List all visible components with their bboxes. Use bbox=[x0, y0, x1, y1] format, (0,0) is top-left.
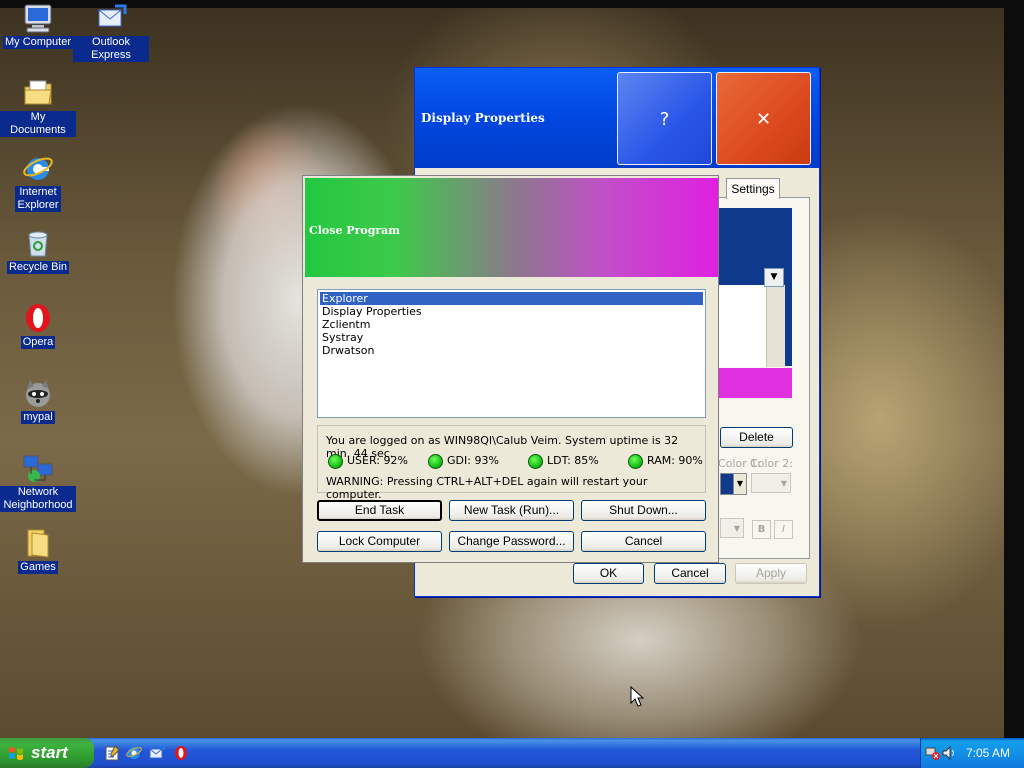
folder-documents-icon bbox=[22, 77, 54, 109]
font-size-select: ▼ bbox=[720, 518, 744, 538]
notepad-icon[interactable] bbox=[104, 745, 120, 761]
desktop-icon-outlook-express[interactable]: Outlook Express bbox=[73, 2, 149, 62]
desktop-icon-label: My Documents bbox=[0, 111, 76, 137]
preview-titlebar-swatch bbox=[718, 368, 792, 398]
opera-icon[interactable] bbox=[173, 745, 189, 761]
cancel-button[interactable]: Cancel bbox=[654, 563, 726, 584]
desktop-icon-recycle-bin[interactable]: Recycle Bin bbox=[0, 227, 76, 274]
desktop-icon-opera[interactable]: Opera bbox=[0, 302, 76, 349]
help-button[interactable]: ? bbox=[617, 72, 712, 165]
recycle-bin-icon bbox=[22, 227, 54, 259]
color2-picker: ▼ bbox=[751, 473, 791, 493]
desktop-icon-my-computer[interactable]: My Computer bbox=[0, 2, 76, 49]
desktop-icon-label: Network Neighborhood bbox=[0, 486, 76, 512]
screen-border-top bbox=[0, 0, 1024, 8]
desktop-icon-label: Games bbox=[18, 561, 58, 574]
start-button[interactable]: start bbox=[0, 738, 94, 768]
desktop-icon-mypal[interactable]: mypal bbox=[0, 377, 76, 424]
close-icon: ✕ bbox=[755, 109, 772, 130]
end-task-button[interactable]: End Task bbox=[317, 500, 442, 521]
meter-label: LDT: 85% bbox=[547, 454, 599, 467]
close-button[interactable]: ✕ bbox=[716, 72, 811, 165]
status-led-icon bbox=[528, 453, 543, 469]
desktop-icon-label: My Computer bbox=[2, 36, 74, 49]
ok-button[interactable]: OK bbox=[573, 563, 644, 584]
tab-settings[interactable]: Settings bbox=[726, 178, 780, 199]
preview-window bbox=[718, 285, 766, 367]
display-properties-titlebar[interactable]: Display Properties ? ✕ bbox=[415, 68, 819, 168]
raccoon-icon bbox=[22, 377, 54, 409]
network-icon bbox=[22, 452, 54, 484]
change-password-button[interactable]: Change Password... bbox=[449, 531, 574, 552]
desktop-icon-label: Recycle Bin bbox=[6, 261, 70, 274]
outlook-express-icon[interactable] bbox=[149, 745, 165, 761]
task-item-systray[interactable]: Systray bbox=[320, 331, 703, 344]
system-status-panel: You are logged on as WIN98QI\Calub Veim.… bbox=[317, 425, 706, 501]
shut-down-button[interactable]: Shut Down... bbox=[581, 500, 706, 521]
opera-icon bbox=[22, 302, 54, 334]
color2-label: Color 2: bbox=[750, 457, 793, 470]
internet-explorer-icon bbox=[22, 152, 54, 184]
chevron-down-icon[interactable]: ▼ bbox=[733, 473, 747, 495]
chevron-down-icon[interactable]: ▼ bbox=[764, 268, 784, 287]
task-item-explorer[interactable]: Explorer bbox=[320, 292, 703, 305]
screen-border-right bbox=[1004, 0, 1024, 740]
desktop-icon-my-documents[interactable]: My Documents bbox=[0, 77, 76, 137]
gdi-resource-meter: GDI: 93% bbox=[428, 453, 499, 469]
desktop-icon-network-neighborhood[interactable]: Network Neighborhood bbox=[0, 452, 76, 512]
desktop-icon-label: Outlook Express bbox=[73, 36, 149, 62]
dialog-title: Close Program bbox=[309, 224, 400, 237]
help-icon: ? bbox=[659, 109, 670, 130]
system-tray: 7:05 AM bbox=[920, 738, 1024, 768]
start-label: start bbox=[31, 743, 68, 762]
status-led-icon bbox=[628, 453, 643, 469]
volume-icon[interactable] bbox=[941, 745, 957, 761]
user-resource-meter: USER: 92% bbox=[328, 453, 408, 469]
meter-label: GDI: 93% bbox=[447, 454, 499, 467]
delete-button[interactable]: Delete bbox=[720, 427, 793, 448]
desktop-icon-label: mypal bbox=[21, 411, 55, 424]
outlook-express-icon bbox=[95, 2, 127, 34]
task-item-display-properties[interactable]: Display Properties bbox=[320, 305, 703, 318]
meter-label: USER: 92% bbox=[347, 454, 408, 467]
ram-resource-meter: RAM: 90% bbox=[628, 453, 703, 469]
computer-icon bbox=[22, 2, 54, 34]
italic-button: I bbox=[774, 520, 793, 539]
status-led-icon bbox=[328, 453, 343, 469]
bold-button: B bbox=[752, 520, 771, 539]
cancel-button[interactable]: Cancel bbox=[581, 531, 706, 552]
desktop-icon-internet-explorer[interactable]: Internet Explorer bbox=[0, 152, 76, 212]
status-led-icon bbox=[428, 453, 443, 469]
windows-logo-icon bbox=[9, 747, 23, 760]
network-status-icon[interactable] bbox=[925, 745, 941, 761]
mouse-cursor-icon bbox=[630, 686, 644, 707]
window-title: Display Properties bbox=[421, 111, 545, 125]
task-item-zclientm[interactable]: Zclientm bbox=[320, 318, 703, 331]
ldt-resource-meter: LDT: 85% bbox=[528, 453, 599, 469]
close-program-dialog: Close Program Explorer Display Propertie… bbox=[302, 175, 719, 563]
new-task-button[interactable]: New Task (Run)... bbox=[449, 500, 574, 521]
desktop-icon-games[interactable]: Games bbox=[0, 527, 76, 574]
lock-computer-button[interactable]: Lock Computer bbox=[317, 531, 442, 552]
task-item-drwatson[interactable]: Drwatson bbox=[320, 344, 703, 357]
meter-label: RAM: 90% bbox=[647, 454, 703, 467]
close-program-titlebar[interactable]: Close Program bbox=[305, 178, 718, 277]
preview-scrollbar bbox=[766, 285, 785, 367]
folder-icon bbox=[22, 527, 54, 559]
restart-warning-text: WARNING: Pressing CTRL+ALT+DEL again wil… bbox=[326, 475, 648, 501]
desktop-icon-label: Opera bbox=[20, 336, 56, 349]
apply-button: Apply bbox=[735, 563, 807, 584]
desktop-icon-label: Internet Explorer bbox=[15, 186, 61, 212]
clock[interactable]: 7:05 AM bbox=[966, 738, 1010, 768]
internet-explorer-icon[interactable] bbox=[126, 745, 142, 761]
task-list[interactable]: Explorer Display Properties Zclientm Sys… bbox=[317, 289, 706, 418]
